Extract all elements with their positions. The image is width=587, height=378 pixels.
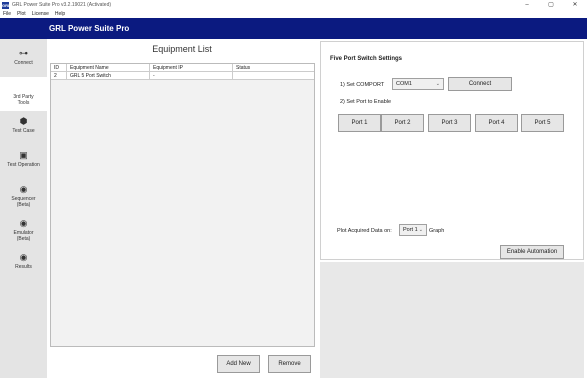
add-new-button[interactable]: Add New	[217, 355, 260, 373]
app-logo-icon: GRL	[2, 1, 11, 9]
maximize-button[interactable]: ▢	[539, 0, 563, 10]
table-header: ID Equipment Name Equipment IP Status	[51, 64, 314, 72]
menu-help[interactable]: Help	[55, 11, 65, 17]
chevron-down-icon: ⌄	[418, 227, 423, 233]
sidebar-item-results[interactable]: ◉ Results	[0, 247, 47, 281]
plot-port-select[interactable]: Port 1 ⌄	[399, 224, 427, 236]
plot-area-placeholder	[320, 262, 584, 378]
monitor-icon: ▣	[19, 150, 28, 160]
sidebar-item-test-operation[interactable]: ▣ Test Operation	[0, 145, 47, 179]
set-port-label: 2) Set Port to Enable	[340, 99, 392, 105]
sidebar-item-test-case[interactable]: ⬢ Test Case	[0, 111, 47, 145]
app-header: GRL Power Suite Pro	[0, 18, 587, 39]
column-header-name[interactable]: Equipment Name	[67, 64, 150, 71]
sidebar-item-label: Connect	[14, 60, 33, 66]
sidebar-item-label: Emulator (Beta)	[13, 230, 34, 242]
port-5-button[interactable]: Port 5	[521, 114, 564, 132]
cell-ip: -	[150, 72, 233, 79]
port-3-button[interactable]: Port 3	[428, 114, 471, 132]
enable-automation-button[interactable]: Enable Automation	[500, 245, 564, 259]
close-button[interactable]: ✕	[563, 0, 587, 10]
minimize-button[interactable]: –	[515, 0, 539, 10]
set-comport-label: 1) Set COMPORT	[340, 82, 385, 88]
comport-select[interactable]: COM1 ⌄	[392, 78, 444, 90]
sidebar-item-connect[interactable]: ⊶ Connect	[0, 43, 47, 77]
chevron-down-icon: ⌄	[435, 81, 440, 87]
equipment-panel: Equipment List ID Equipment Name Equipme…	[47, 39, 317, 378]
plot-data-label: Plot Acquired Data on:	[337, 228, 392, 234]
column-header-status[interactable]: Status	[233, 64, 314, 71]
settings-title: Five Port Switch Settings	[330, 56, 403, 62]
equipment-list-title: Equipment List	[152, 44, 212, 54]
radar-icon: ◉	[19, 218, 28, 228]
sidebar-item-label: Test Case	[12, 128, 35, 134]
cell-id: 2	[51, 72, 67, 79]
port-2-button[interactable]: Port 2	[381, 114, 424, 132]
connect-button[interactable]: Connect	[448, 77, 512, 91]
remove-button[interactable]: Remove	[268, 355, 311, 373]
cell-status	[233, 72, 314, 79]
sidebar-item-sequencer[interactable]: ◉ Sequencer (Beta)	[0, 179, 47, 213]
connect-icon: ⊶	[19, 48, 28, 58]
column-header-id[interactable]: ID	[51, 64, 67, 71]
five-port-settings-panel: Five Port Switch Settings 1) Set COMPORT…	[320, 41, 584, 260]
cell-name: GRL 5 Port Switch	[67, 72, 150, 79]
menu-file[interactable]: File	[3, 11, 11, 17]
window-title: GRL Power Suite Pro v3.2.19021 (Activate…	[12, 2, 112, 8]
radar-icon: ◉	[19, 252, 28, 262]
port-4-button[interactable]: Port 4	[475, 114, 518, 132]
sidebar-item-emulator[interactable]: ◉ Emulator (Beta)	[0, 213, 47, 247]
title-bar: GRL GRL Power Suite Pro v3.2.19021 (Acti…	[0, 0, 587, 10]
sidebar-item-label: Sequencer (Beta)	[11, 196, 36, 208]
menu-bar: File Plot License Help	[0, 10, 587, 18]
menu-license[interactable]: License	[32, 11, 49, 17]
sidebar-item-3rd-party-tools[interactable]: 3rd Party Tools	[0, 77, 47, 111]
table-row[interactable]: 2 GRL 5 Port Switch -	[51, 72, 314, 80]
equipment-table: ID Equipment Name Equipment IP Status 2 …	[50, 63, 315, 347]
sidebar-item-label: 3rd Party Tools	[13, 94, 34, 106]
radar-icon: ◉	[19, 184, 28, 194]
port-1-button[interactable]: Port 1	[338, 114, 381, 132]
column-header-ip[interactable]: Equipment IP	[150, 64, 233, 71]
sidebar-item-label: Test Operation	[7, 162, 40, 168]
sidebar-item-label: Results	[15, 264, 32, 270]
sidebar: ⊶ Connect 3rd Party Tools ⬢ Test Case ▣ …	[0, 39, 47, 378]
graph-label: Graph	[429, 228, 445, 234]
app-header-title: GRL Power Suite Pro	[49, 24, 130, 33]
cube-icon: ⬢	[19, 116, 28, 126]
menu-plot[interactable]: Plot	[17, 11, 26, 17]
